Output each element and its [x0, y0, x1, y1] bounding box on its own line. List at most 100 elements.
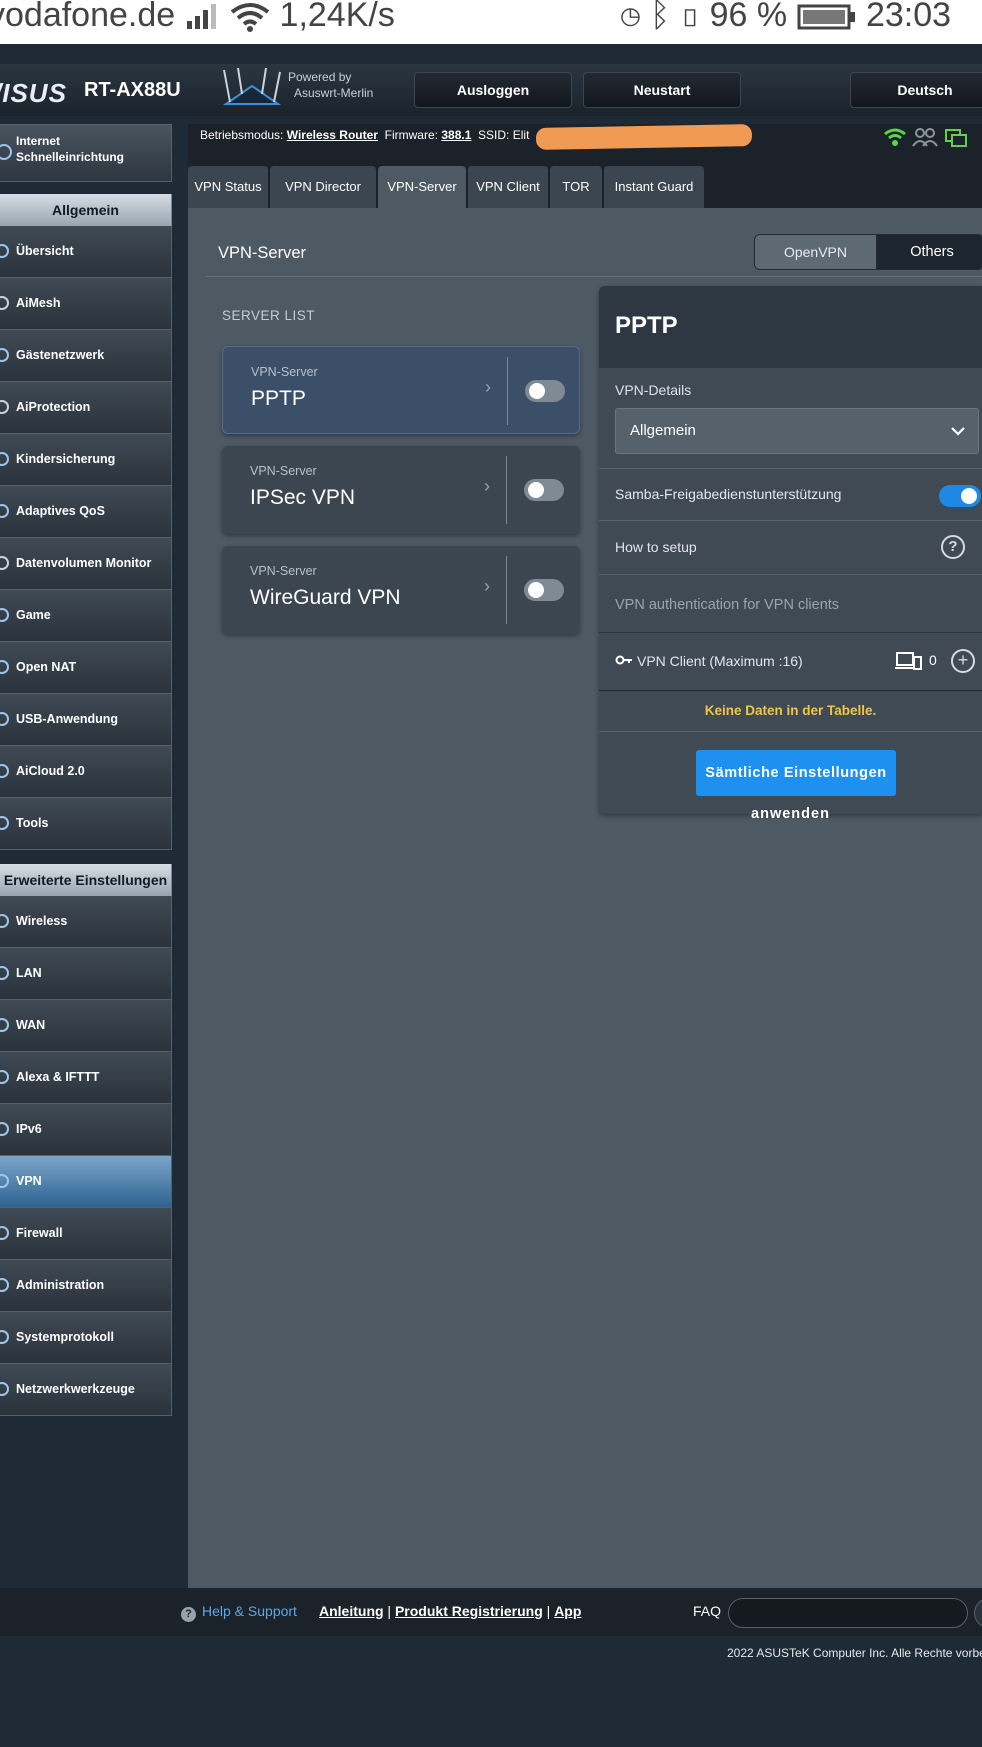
sidebar-item-wireless[interactable]: Wireless: [0, 896, 172, 948]
sidebar-item-gästenetzwerk[interactable]: Gästenetzwerk: [0, 330, 172, 382]
vpn-icon: [0, 1174, 9, 1188]
apply-all-settings-button[interactable]: Sämtliche Einstellungen: [696, 750, 896, 796]
alexa-icon: [0, 1070, 9, 1084]
tab-vpn-status[interactable]: VPN Status: [188, 166, 268, 208]
vpn-client-row: VPN Client (Maximum :16) 0 +: [599, 632, 982, 690]
server-list-label: SERVER LIST: [222, 308, 316, 323]
how-to-setup-row[interactable]: How to setup ?: [599, 520, 982, 574]
sidebar-item-aimesh[interactable]: AiMesh: [0, 278, 172, 330]
copyright: 2022 ASUSTeK Computer Inc. Alle Rechte v…: [727, 1646, 982, 1660]
asus-logo: /ISUS: [0, 78, 67, 108]
chevron-right-icon: ›: [485, 377, 491, 397]
sidebar-item-open-nat[interactable]: Open NAT: [0, 642, 172, 694]
server-enable-toggle[interactable]: [524, 479, 564, 501]
phone-status-bar: vodafone.de 1,24K/s ◷ ᛒ ▯ 96 % 23:03: [0, 0, 982, 44]
operation-mode-link[interactable]: Wireless Router: [287, 128, 378, 142]
protocol-segment-control: OpenVPN Others: [754, 234, 982, 270]
server-enable-toggle[interactable]: [525, 380, 565, 402]
faq-label: FAQ: [693, 1603, 722, 1619]
overview-icon: [0, 244, 9, 258]
signal-icon: [186, 4, 216, 30]
sidebar-general-header: Allgemein: [0, 194, 172, 226]
faq-search-button[interactable]: [974, 1598, 982, 1628]
sidebar-item-lan[interactable]: LAN: [0, 948, 172, 1000]
sidebar-item-tools[interactable]: Tools: [0, 798, 172, 850]
reboot-button[interactable]: Neustart: [583, 72, 741, 108]
usb-status-icon[interactable]: [943, 126, 969, 148]
add-client-button[interactable]: +: [951, 649, 975, 673]
aimesh-icon: [0, 296, 9, 310]
vpn-tabs: VPN Status VPN Director VPN-Server VPN Clie…: [188, 162, 982, 208]
server-name: PPTP: [251, 387, 306, 410]
sidebar-item-kindersicherung[interactable]: Kindersicherung: [0, 434, 172, 486]
sidebar-item-ipv6[interactable]: IPv6: [0, 1104, 172, 1156]
sidebar-item-game[interactable]: Game: [0, 590, 172, 642]
sidebar-item-aicloud-2-0[interactable]: AiCloud 2.0: [0, 746, 172, 798]
sidebar-item-adaptives-qos[interactable]: Adaptives QoS: [0, 486, 172, 538]
open-nat-icon: [0, 660, 9, 674]
globe-icon: [0, 144, 12, 160]
sidebar-item-alexa-ifttt[interactable]: Alexa & IFTTT: [0, 1052, 172, 1104]
sidebar-item-netzwerkwerkzeuge[interactable]: Netzwerkwerkzeuge: [0, 1364, 172, 1416]
parental-control-icon: [0, 452, 9, 466]
quick-internet-setup[interactable]: Internet Schnelleinrichtung: [0, 124, 172, 182]
tab-vpn-server[interactable]: VPN-Server: [378, 166, 466, 208]
sidebar-item-usb-anwendung[interactable]: USB-Anwendung: [0, 694, 172, 746]
router-icon: [222, 67, 282, 105]
bluetooth-icon: ᛒ: [649, 0, 671, 34]
sidebar-item-aiprotection[interactable]: AiProtection: [0, 382, 172, 434]
sidebar-item-firewall[interactable]: Firewall: [0, 1208, 172, 1260]
firewall-icon: [0, 1226, 9, 1240]
sidebar-item-datenvolumen-monitor[interactable]: Datenvolumen Monitor: [0, 538, 172, 590]
sidebar-item-systemprotokoll[interactable]: Systemprotokoll: [0, 1312, 172, 1364]
help-icon[interactable]: ?: [941, 535, 965, 559]
firmware-version-link[interactable]: 388.1: [441, 128, 471, 142]
samba-support-toggle[interactable]: [939, 485, 981, 507]
guest-network-icon: [0, 348, 9, 362]
sidebar-item-wan[interactable]: WAN: [0, 1000, 172, 1052]
tab-vpn-client[interactable]: VPN Client: [468, 166, 548, 208]
manual-link[interactable]: Anleitung: [319, 1603, 384, 1619]
tab-instant-guard[interactable]: Instant Guard: [604, 166, 704, 208]
detail-title: PPTP: [615, 312, 678, 339]
empty-table-row: Keine Daten in der Tabelle.: [599, 690, 982, 732]
wifi-status-icon[interactable]: [882, 126, 908, 148]
sidebar-item-übersicht[interactable]: Übersicht: [0, 226, 172, 278]
traffic-monitor-icon: [0, 556, 9, 570]
sidebar-item-administration[interactable]: Administration: [0, 1260, 172, 1312]
product-registration-link[interactable]: Produkt Registrierung: [395, 1603, 543, 1619]
wireless-icon: [0, 914, 9, 928]
help-support-link[interactable]: ? Help & Support: [181, 1603, 297, 1622]
logout-button[interactable]: Ausloggen: [414, 72, 572, 108]
vpn-details-select[interactable]: Allgemein: [615, 408, 979, 454]
samba-support-row: Samba-Freigabedienstunterstützung: [599, 468, 982, 520]
segment-openvpn[interactable]: OpenVPN: [755, 235, 877, 269]
aiprotection-icon: [0, 400, 9, 414]
server-card-wireguard-vpn[interactable]: VPN-Server WireGuard VPN ›: [222, 546, 580, 634]
system-log-icon: [0, 1330, 9, 1344]
server-card-pptp[interactable]: VPN-Server PPTP ›: [222, 346, 580, 434]
battery-percent: 96 %: [709, 0, 788, 34]
faq-search-input[interactable]: [728, 1598, 968, 1628]
status-info-bar: Betriebsmodus: Wireless Router Firmware:…: [188, 124, 982, 162]
clients-status-icon[interactable]: [911, 126, 939, 148]
ssid-value: Elit: [512, 128, 530, 142]
carrier-label: vodafone.de: [0, 0, 176, 34]
server-enable-toggle[interactable]: [524, 579, 564, 601]
tools-icon: [0, 816, 9, 830]
main-panel: Betriebsmodus: Wireless Router Firmware:…: [188, 124, 982, 1588]
language-selector[interactable]: Deutsch: [850, 72, 982, 108]
lan-icon: [0, 966, 9, 980]
page-title: VPN-Server: [218, 244, 307, 262]
server-card-ipsec-vpn[interactable]: VPN-Server IPSec VPN ›: [222, 446, 580, 534]
segment-others[interactable]: Others: [877, 235, 982, 269]
sidebar-item-vpn[interactable]: VPN: [0, 1156, 172, 1208]
battery-icon: [797, 4, 855, 30]
app-link[interactable]: App: [554, 1603, 581, 1619]
tab-tor[interactable]: TOR: [550, 166, 602, 208]
tab-vpn-director[interactable]: VPN Director: [270, 166, 376, 208]
sidebar-advanced-header: Erweiterte Einstellungen: [0, 864, 172, 896]
chevron-right-icon: ›: [484, 576, 490, 596]
apply-button-overflow-text: anwenden: [751, 806, 830, 822]
help-circle-icon: ?: [181, 1607, 196, 1622]
